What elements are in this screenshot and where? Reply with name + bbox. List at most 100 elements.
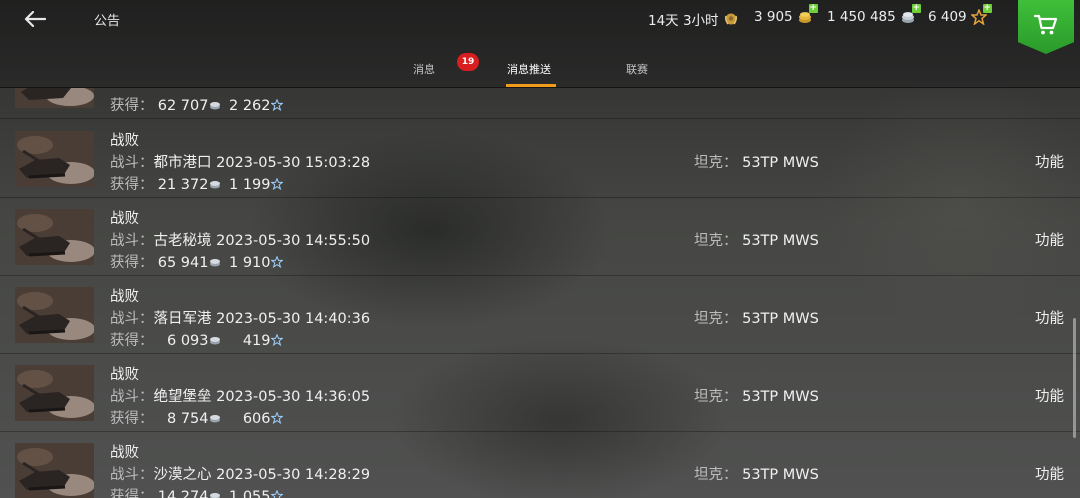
tank-name: 53TP MWS [742,311,819,327]
credits-mini-icon [209,256,221,268]
tank-label: 坦克： [694,389,738,405]
list-item[interactable]: 战败战斗：都市港口 2023-05-30 15:03:28 获得： 21 372 1 … [0,120,1080,198]
reward-line: 获得： 14 274 1 055 [110,485,284,498]
battle-datetime: 2023-05-30 14:36:05 [216,389,371,405]
shopping-cart-icon [1033,14,1058,40]
message-list[interactable]: 获得： 62 707 2 262 战败 战斗：都市港口 2023-05-30 15:0… [0,88,1080,498]
back-arrow-icon[interactable] [22,6,48,32]
list-item[interactable]: 战败 战斗：绝望堡垒 2023-05-30 14:36:05 获得： 8 754 606… [0,354,1080,432]
scrollbar[interactable] [1073,318,1076,438]
battle-datetime: 2023-05-30 14:55:50 [216,233,371,249]
add-gold-icon[interactable]: + [808,4,818,13]
action-button[interactable]: 功能 [1035,229,1064,250]
tab-message-push[interactable]: 消息推送 [507,61,551,77]
credits-mini-icon [209,334,221,346]
xp-star-icon [269,255,284,269]
action-button[interactable]: 功能 [1035,463,1064,484]
premium-time-value: 14天 3小时 [648,13,719,29]
battle-result: 战败 [110,289,139,305]
map-name: 绝望堡垒 [153,389,212,405]
xp-star-icon [269,489,284,498]
tank-thumbnail [15,131,94,187]
tab-league[interactable]: 联赛 [626,61,648,77]
xp-star-icon [269,177,284,191]
reward-line: 获得： 6 093 419 [110,329,284,350]
battle-line: 战斗：都市港口 2023-05-30 15:03:28 [110,151,370,172]
tank-line: 坦克： 53TP MWS [694,151,819,172]
tank-name: 53TP MWS [742,155,819,171]
reward-label: 获得： [110,489,154,498]
add-free-xp-icon[interactable]: + [982,4,992,13]
messages-count-badge: 19 [457,53,479,71]
battle-line: 战斗：沙漠之心 2023-05-30 14:28:29 [110,463,370,484]
gold-icon: + [797,4,818,25]
active-tab-indicator [506,84,556,87]
credits-earned: 14 274 [157,489,209,498]
credits-balance[interactable]: 1 450 485 + [827,4,921,25]
tank-label: 坦克： [694,467,738,483]
battle-label: 战斗： [110,233,154,249]
tank-thumbnail [15,209,94,265]
reward-line: 获得： 21 372 1 199 [110,173,284,194]
tank-line: 坦克： 53TP MWS [694,385,819,406]
free-xp-value: 6 409 [928,9,967,25]
tank-label: 坦克： [694,233,738,249]
add-credits-icon[interactable]: + [911,4,921,13]
credits-mini-icon [209,490,221,498]
battle-line: 战斗：绝望堡垒 2023-05-30 14:36:05 [110,385,370,406]
premium-laurel-icon [723,11,739,27]
tank-line: 坦克： 53TP MWS [694,463,819,484]
map-name: 都市港口 [153,155,212,171]
credits-earned: 21 372 [157,177,209,193]
battle-label: 战斗： [110,155,154,171]
battle-result: 战败 [110,445,139,461]
top-bar: 公告 14天 3小时 3 905 + 1 450 485 + 6 409 + 消… [0,0,1080,88]
action-button[interactable]: 功能 [1035,385,1064,406]
premium-time[interactable]: 14天 3小时 [648,9,739,29]
battle-line: 战斗：落日军港 2023-05-30 14:40:36 [110,307,370,328]
reward-label: 获得： [110,177,154,193]
battle-datetime: 2023-05-30 14:40:36 [216,311,371,327]
list-item[interactable]: 战败战斗：沙漠之心 2023-05-30 14:28:29 获得： 14 274 1 … [0,432,1080,498]
action-button[interactable]: 功能 [1035,307,1064,328]
xp-earned: 1 910 [228,255,271,271]
xp-earned: 2 262 [228,98,271,114]
credits-earned: 8 754 [166,411,209,427]
reward-line: 获得： 62 707 2 262 [110,94,284,115]
xp-earned: 1 055 [228,489,271,498]
action-button[interactable]: 功能 [1035,151,1064,172]
xp-star-icon [269,411,284,425]
free-xp-balance[interactable]: 6 409 + [928,4,992,26]
tank-thumbnail [15,365,94,421]
list-item[interactable]: 战败战斗：落日军港 2023-05-30 14:40:36 获得： 6 093 419… [0,276,1080,354]
credits-mini-icon [209,178,221,190]
tank-line: 坦克： 53TP MWS [694,307,819,328]
tank-thumbnail [15,443,94,498]
credits-value: 1 450 485 [827,9,896,25]
credits-mini-icon [209,412,221,424]
xp-earned: 1 199 [228,177,271,193]
xp-star-icon [269,333,284,347]
tank-name: 53TP MWS [742,233,819,249]
list-item[interactable]: 战败 战斗：古老秘境 2023-05-30 14:55:50 获得： 65 941 1 … [0,198,1080,276]
battle-label: 战斗： [110,311,154,327]
reward-label: 获得： [110,333,154,349]
battle-result: 战败 [110,133,139,149]
tank-name: 53TP MWS [742,467,819,483]
credits-mini-icon [209,99,221,111]
tank-label: 坦克： [694,311,738,327]
tank-thumbnail [15,287,94,343]
map-name: 古老秘境 [153,233,212,249]
gold-balance[interactable]: 3 905 + [754,4,818,25]
shop-button[interactable] [1018,0,1074,54]
free-xp-star-icon: + [969,4,992,26]
tab-messages[interactable]: 消息 [413,61,435,77]
list-item-partial[interactable]: 获得： 62 707 2 262 [0,88,1080,119]
battle-label: 战斗： [110,389,154,405]
tank-name: 53TP MWS [742,389,819,405]
tank-line: 坦克： 53TP MWS [694,229,819,250]
tank-label: 坦克： [694,155,738,171]
reward-label: 获得： [110,98,154,114]
tank-thumbnail [15,88,94,108]
page-title: 公告 [94,14,121,29]
